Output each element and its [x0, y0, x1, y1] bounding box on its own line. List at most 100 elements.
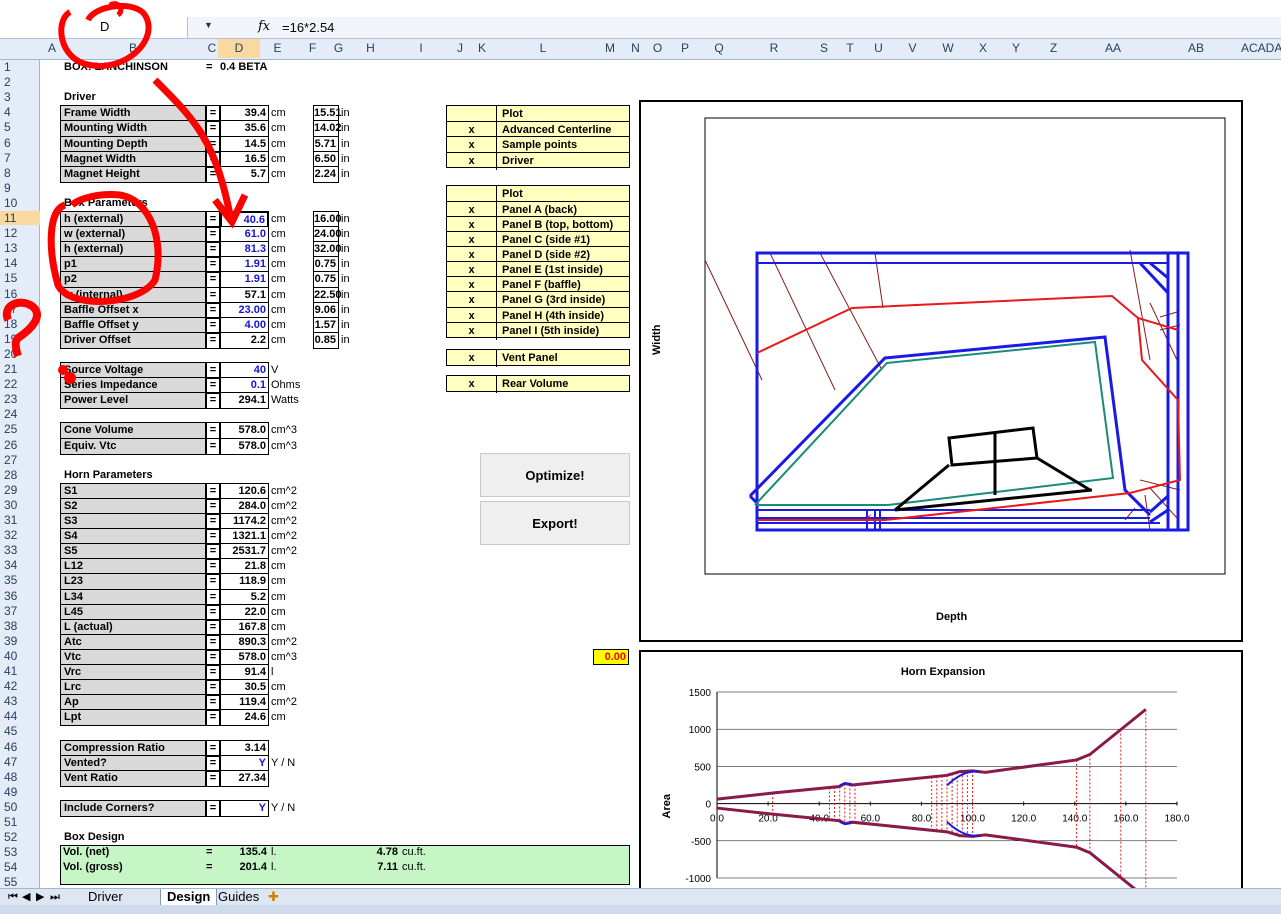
row-header[interactable]: 22	[0, 377, 40, 391]
new-sheet-icon[interactable]: ✚	[262, 889, 285, 906]
row-header[interactable]: 53	[0, 845, 40, 859]
column-header[interactable]: Q	[700, 41, 738, 55]
param-unit[interactable]: cm	[271, 137, 315, 151]
param-inches-unit[interactable]: in	[341, 257, 361, 271]
param-unit[interactable]: Watts	[271, 393, 315, 407]
param-eq[interactable]: =	[206, 799, 220, 817]
design-label[interactable]: Vol. (gross)	[63, 860, 203, 874]
column-header[interactable]: T	[838, 41, 862, 55]
param-unit[interactable]: Ohms	[271, 378, 315, 392]
column-header[interactable]: Y	[1000, 41, 1032, 55]
param-unit[interactable]: cm^2	[271, 499, 315, 513]
box-design-heading[interactable]: Box Design	[64, 830, 164, 844]
row-header[interactable]: 9	[0, 181, 40, 195]
row-header[interactable]: 44	[0, 709, 40, 723]
param-unit[interactable]: cm	[271, 605, 315, 619]
column-header[interactable]: S	[810, 41, 838, 55]
row-header[interactable]: 8	[0, 166, 40, 180]
param-eq[interactable]: =	[206, 437, 220, 455]
row-header[interactable]: 5	[0, 120, 40, 134]
column-header[interactable]: U	[862, 41, 895, 55]
tab-driver[interactable]: Driver	[82, 889, 129, 906]
row-header[interactable]: 20	[0, 347, 40, 361]
row-header[interactable]: 13	[0, 241, 40, 255]
param-label[interactable]: Vent Ratio	[60, 769, 206, 787]
plot-option-check[interactable]: x	[447, 349, 497, 367]
param-unit[interactable]: cm^3	[271, 439, 315, 453]
param-value[interactable]: 24.6	[220, 709, 269, 727]
column-header[interactable]: R	[738, 41, 810, 55]
column-header[interactable]: J	[448, 41, 472, 55]
design-value2[interactable]: 4.78	[340, 845, 398, 859]
design-unit2[interactable]: cu.ft.	[402, 860, 442, 874]
row-header[interactable]: 36	[0, 589, 40, 603]
param-eq[interactable]: =	[206, 392, 220, 410]
row-header[interactable]: 43	[0, 694, 40, 708]
column-header[interactable]: A	[44, 41, 60, 55]
row-header[interactable]: 46	[0, 740, 40, 754]
row-header[interactable]: 26	[0, 438, 40, 452]
column-header[interactable]: W	[930, 41, 966, 55]
param-unit[interactable]: cm	[271, 303, 315, 317]
title-beta[interactable]: 0.4 BETA	[220, 60, 280, 74]
param-unit[interactable]: cm	[271, 106, 315, 120]
box-params-heading[interactable]: Box Parameters	[64, 196, 184, 210]
param-label[interactable]: Equiv. Vtc	[60, 437, 206, 455]
column-header[interactable]: O	[645, 41, 670, 55]
param-inches[interactable]: 0.85	[313, 331, 339, 349]
param-unit[interactable]: cm	[271, 680, 315, 694]
param-unit[interactable]: cm^2	[271, 544, 315, 558]
row-header[interactable]: 27	[0, 453, 40, 467]
param-unit[interactable]: Y / N	[271, 756, 315, 770]
param-eq[interactable]: =	[206, 165, 220, 183]
column-header[interactable]: AA	[1075, 41, 1151, 55]
design-eq[interactable]: =	[206, 860, 220, 874]
param-unit[interactable]: cm	[271, 288, 315, 302]
column-header[interactable]: Z	[1032, 41, 1075, 55]
param-unit[interactable]: cm^3	[271, 423, 315, 437]
param-unit[interactable]: cm^2	[271, 514, 315, 528]
plot-option-check[interactable]: x	[447, 322, 497, 340]
row-header[interactable]: 10	[0, 196, 40, 210]
title-name[interactable]: BOX: LANCHINSON	[64, 60, 204, 74]
row-header[interactable]: 2	[0, 75, 40, 89]
row-header[interactable]: 1	[0, 60, 40, 74]
plot-option-row[interactable]: x Vent Panel	[447, 349, 629, 368]
row-header[interactable]: 38	[0, 619, 40, 633]
param-unit[interactable]: cm	[271, 272, 315, 286]
param-inches-unit[interactable]: in	[341, 167, 361, 181]
row-header[interactable]: 14	[0, 256, 40, 270]
export-button[interactable]: Export!	[480, 501, 630, 545]
param-inches-unit[interactable]: in	[341, 152, 361, 166]
row-header[interactable]: 23	[0, 392, 40, 406]
last-sheet-icon[interactable]: ⏭	[44, 889, 66, 906]
row-header[interactable]: 17	[0, 302, 40, 316]
plot-option-check[interactable]: x	[447, 152, 497, 170]
param-unit[interactable]: cm	[271, 710, 315, 724]
param-unit[interactable]: cm	[271, 590, 315, 604]
column-header[interactable]: D	[218, 39, 260, 58]
design-unit[interactable]: l.	[271, 845, 301, 859]
row-header[interactable]: 28	[0, 468, 40, 482]
row-header[interactable]: 11	[0, 211, 40, 225]
design-label[interactable]: Vol. (net)	[63, 845, 203, 859]
column-header[interactable]: F	[295, 41, 330, 55]
param-unit[interactable]: cm	[271, 620, 315, 634]
param-unit[interactable]: cm	[271, 559, 315, 573]
param-unit[interactable]: cm	[271, 574, 315, 588]
row-header[interactable]: 3	[0, 90, 40, 104]
plot-option-check[interactable]: x	[447, 376, 497, 394]
design-value[interactable]: 135.4	[220, 845, 267, 859]
column-header[interactable]: P	[670, 41, 700, 55]
param-unit[interactable]: l	[271, 665, 315, 679]
param-unit[interactable]: cm^2	[271, 695, 315, 709]
row-header[interactable]: 4	[0, 105, 40, 119]
param-unit[interactable]: Y / N	[271, 801, 315, 815]
param-label[interactable]: Driver Offset	[60, 331, 206, 349]
column-header[interactable]: K	[472, 41, 492, 55]
plot-option-row[interactable]: x Rear Volume	[447, 376, 629, 394]
column-header[interactable]: V	[895, 41, 930, 55]
row-header[interactable]: 48	[0, 770, 40, 784]
row-header[interactable]: 42	[0, 679, 40, 693]
param-inches-unit[interactable]: in	[341, 288, 361, 302]
